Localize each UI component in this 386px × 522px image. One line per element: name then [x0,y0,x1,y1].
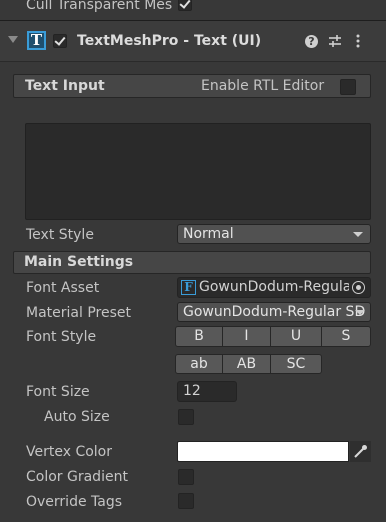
text-input-area[interactable] [25,123,371,220]
font-asset-label: Font Asset [26,280,100,296]
cull-transparent-checkbox[interactable] [178,0,192,11]
main-settings-title: Main Settings [24,254,134,270]
font-asset-icon: F [181,280,196,295]
font-style-italic-button[interactable]: I [222,326,271,347]
font-size-input[interactable]: 12 [177,381,237,402]
font-style-smallcaps-button[interactable]: SC [270,354,322,374]
text-style-dropdown[interactable]: Normal [177,224,371,244]
font-size-label: Font Size [26,384,90,400]
font-style-label: Font Style [26,329,97,345]
override-tags-checkbox[interactable] [178,493,194,509]
object-picker-icon[interactable] [352,281,365,294]
font-style-lowercase-button[interactable]: ab [175,354,223,374]
text-style-label: Text Style [26,227,94,243]
rtl-editor-label: Enable RTL Editor [201,78,325,94]
override-tags-label: Override Tags [26,494,123,510]
font-style-uppercase-button[interactable]: AB [222,354,271,374]
eyedropper-icon [354,445,367,458]
component-enabled-checkbox[interactable] [53,34,67,48]
font-style-bold-button[interactable]: B [175,326,223,347]
font-style-strikethrough-button[interactable]: S [321,326,371,347]
textmeshpro-icon: T [27,31,46,50]
font-asset-value: GowunDodum-Regula [199,279,352,295]
rtl-editor-checkbox[interactable] [340,79,356,95]
kebab-menu-icon[interactable] [355,34,361,48]
auto-size-checkbox[interactable] [178,409,194,425]
eyedropper-button[interactable] [350,441,371,462]
help-icon[interactable]: ? [305,35,318,48]
chevron-down-icon [353,232,363,237]
color-gradient-checkbox[interactable] [178,469,194,485]
font-style-underline-button[interactable]: U [270,326,322,347]
font-asset-field[interactable]: F GowunDodum-Regula [177,277,371,298]
auto-size-label: Auto Size [44,409,110,425]
vertex-color-swatch[interactable] [177,441,349,462]
presets-icon[interactable] [328,34,342,48]
vertex-color-label: Vertex Color [26,444,113,460]
foldout-arrow-icon[interactable] [8,36,18,43]
text-style-value: Normal [183,226,234,242]
divider [0,61,386,62]
color-gradient-label: Color Gradient [26,469,128,485]
cull-transparent-label: Cull Transparent Mes [26,0,173,13]
material-preset-label: Material Preset [26,305,131,321]
material-preset-value: GowunDodum-Regular SD [183,304,366,320]
chevron-down-icon [355,310,365,315]
material-preset-dropdown[interactable]: GowunDodum-Regular SD [177,302,371,322]
text-input-title: Text Input [25,78,105,94]
component-title: TextMeshPro - Text (UI) [77,33,262,49]
